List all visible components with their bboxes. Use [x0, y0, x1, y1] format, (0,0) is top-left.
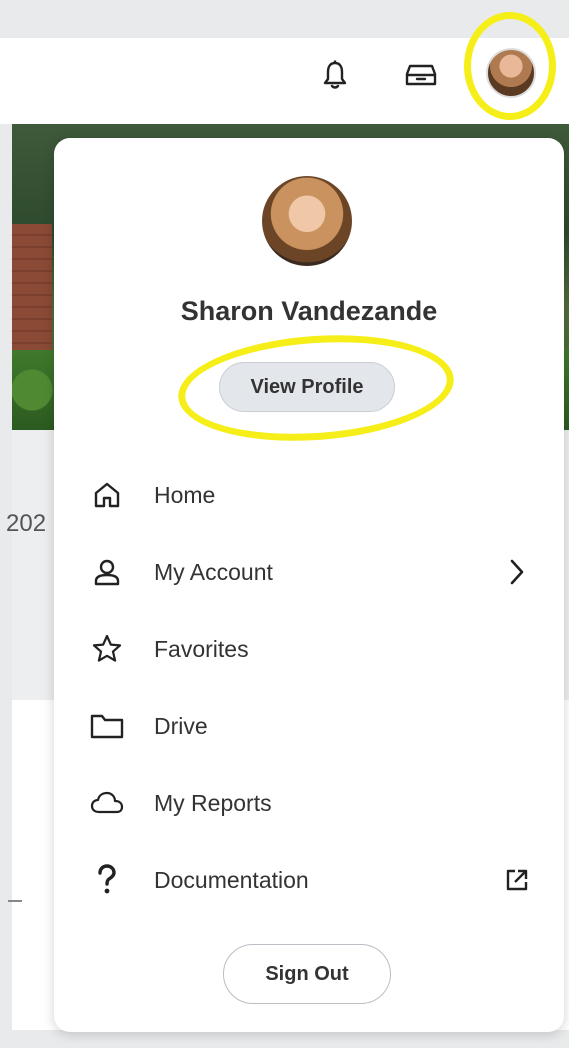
menu-item-favorites[interactable]: Favorites [84, 624, 534, 674]
menu-item-label: Home [154, 481, 216, 508]
menu-item-my-reports[interactable]: My Reports [84, 778, 534, 828]
view-profile-button[interactable]: View Profile [219, 362, 395, 412]
star-icon [84, 632, 130, 666]
menu-item-label: Documentation [154, 866, 309, 893]
menu-item-label: Drive [154, 712, 208, 739]
cloud-icon [84, 786, 130, 820]
external-link-icon[interactable] [500, 863, 534, 897]
profile-menu: Sharon Vandezande View Profile Home My A… [54, 138, 564, 1032]
menu-item-drive[interactable]: Drive [84, 701, 534, 751]
sign-out-button[interactable]: Sign Out [223, 944, 391, 1004]
menu-item-label: Favorites [154, 635, 249, 662]
chevron-right-icon[interactable] [500, 555, 534, 589]
menu-item-my-account[interactable]: My Account [84, 547, 534, 597]
folder-icon [84, 709, 130, 743]
user-name: Sharon Vandezande [180, 296, 438, 326]
bell-icon[interactable] [318, 58, 352, 92]
menu-item-label: My Reports [154, 789, 272, 816]
top-bar [0, 38, 569, 124]
background-dash [8, 900, 22, 902]
person-icon [84, 555, 130, 589]
home-icon [84, 478, 130, 512]
inbox-icon[interactable] [404, 58, 438, 92]
user-avatar[interactable] [486, 48, 536, 98]
menu-item-label: My Account [154, 558, 273, 585]
profile-avatar [262, 176, 352, 266]
question-icon [84, 863, 130, 897]
menu-item-home[interactable]: Home [84, 470, 534, 520]
menu-item-documentation[interactable]: Documentation [84, 855, 534, 905]
background-year-text: 202 [6, 510, 47, 537]
